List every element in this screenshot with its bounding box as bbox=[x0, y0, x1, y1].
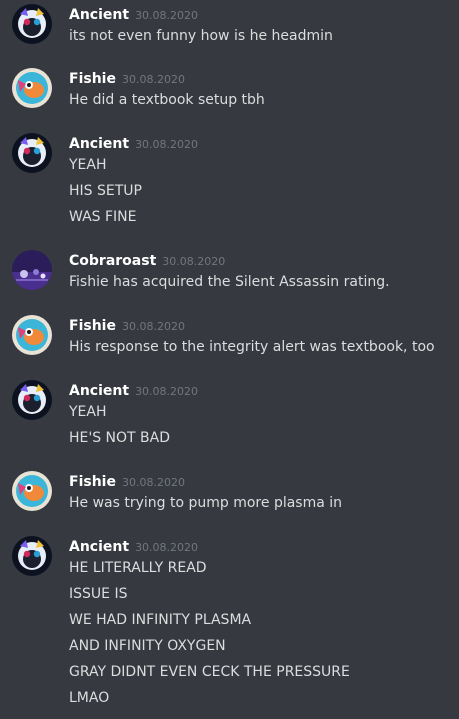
timestamp: 30.08.2020 bbox=[121, 476, 185, 489]
message-text: YEAH bbox=[69, 404, 107, 420]
message-text: Fishie has acquired the Silent Assassin … bbox=[69, 274, 390, 290]
author-name[interactable]: Ancient bbox=[69, 383, 129, 399]
message-text: He was trying to pump more plasma in bbox=[69, 495, 343, 511]
raccoon-avatar-icon[interactable] bbox=[12, 4, 52, 44]
timestamp: 30.08.2020 bbox=[135, 138, 199, 151]
timestamp: 30.08.2020 bbox=[121, 320, 185, 333]
raccoon-avatar-icon[interactable] bbox=[12, 380, 52, 420]
message-text: its not even funny how is he headmin bbox=[69, 28, 333, 44]
author-name[interactable]: Fishie bbox=[69, 318, 116, 334]
timestamp: 30.08.2020 bbox=[135, 541, 199, 554]
author-name[interactable]: Ancient bbox=[69, 539, 129, 555]
message-text: LMAO bbox=[69, 690, 110, 706]
timestamp: 30.08.2020 bbox=[162, 255, 226, 268]
author-name[interactable]: Cobraroast bbox=[69, 253, 156, 269]
purple-scene-avatar-icon[interactable] bbox=[12, 250, 52, 290]
message-text: HIS SETUP bbox=[69, 183, 142, 199]
fish-avatar-icon[interactable] bbox=[12, 315, 52, 355]
message-text: AND INFINITY OXYGEN bbox=[69, 638, 226, 654]
chat-log: Ancient 30.08.2020 its not even funny how… bbox=[0, 0, 459, 719]
fish-avatar-icon[interactable] bbox=[12, 471, 52, 511]
message-text: ISSUE IS bbox=[69, 586, 128, 602]
author-name[interactable]: Fishie bbox=[69, 71, 116, 87]
message-text: HE'S NOT BAD bbox=[69, 430, 171, 446]
author-name[interactable]: Fishie bbox=[69, 474, 116, 490]
message-text: HE LITERALLY READ bbox=[69, 560, 207, 576]
raccoon-avatar-icon[interactable] bbox=[12, 536, 52, 576]
message-text: WAS FINE bbox=[69, 209, 137, 225]
author-name[interactable]: Ancient bbox=[69, 136, 129, 152]
timestamp: 30.08.2020 bbox=[135, 385, 199, 398]
raccoon-avatar-icon[interactable] bbox=[12, 133, 52, 173]
message-text: He did a textbook setup tbh bbox=[69, 92, 265, 108]
author-name[interactable]: Ancient bbox=[69, 7, 129, 23]
message-text: YEAH bbox=[69, 157, 107, 173]
message-text: WE HAD INFINITY PLASMA bbox=[69, 612, 252, 628]
fish-avatar-icon[interactable] bbox=[12, 68, 52, 108]
timestamp: 30.08.2020 bbox=[121, 73, 185, 86]
timestamp: 30.08.2020 bbox=[135, 9, 199, 22]
message-text: His response to the integrity alert was … bbox=[69, 339, 435, 355]
message-text: GRAY DIDNT EVEN CECK THE PRESSURE bbox=[69, 664, 350, 680]
